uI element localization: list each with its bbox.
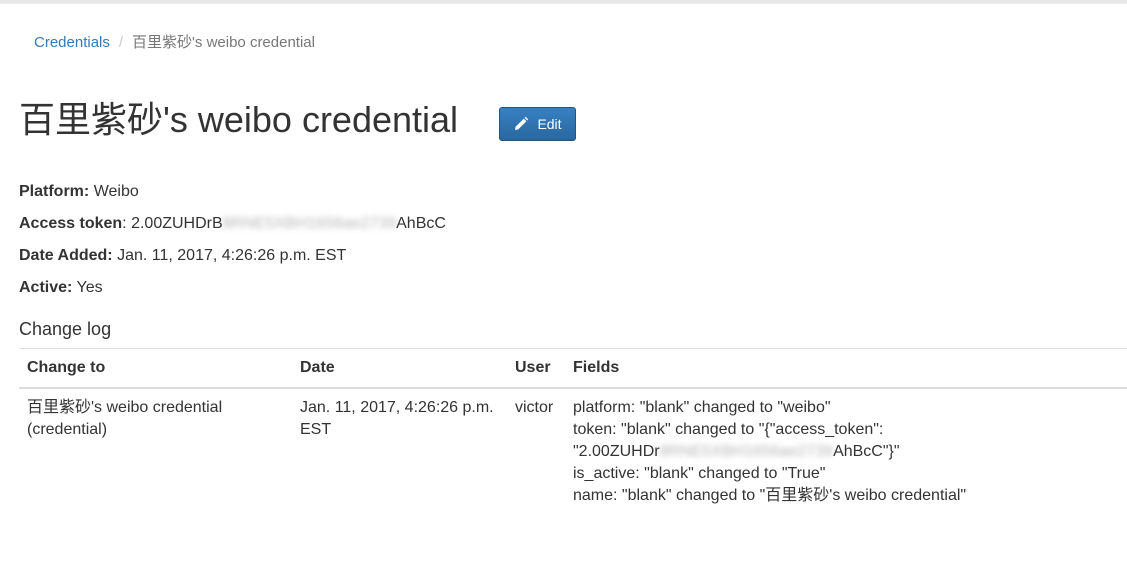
change-log-heading: Change log: [19, 319, 112, 339]
change-to-type: (credential): [27, 421, 108, 438]
breadcrumb-credentials-link[interactable]: Credentials: [34, 34, 110, 51]
field-change-token: token: "blank" changed to "{"access_toke…: [573, 421, 884, 438]
active-value: Yes: [76, 279, 103, 296]
cell-change-to: 百里紫砂's weibo credential (credential): [19, 388, 292, 515]
token-value-redacted: 8RNE5XBH1656ae2739: [659, 443, 834, 460]
field-change-name: name: "blank" changed to "百里紫砂's weibo c…: [573, 487, 967, 504]
table-row: 百里紫砂's weibo credential (credential) Jan…: [19, 388, 1127, 515]
date-added-field: Date Added: Jan. 11, 2017, 4:26:26 p.m. …: [19, 246, 346, 266]
access-token-field: Access token: 2.00ZUHDrB8RNE5XBH1656ae27…: [19, 214, 446, 234]
top-border: [0, 0, 1127, 4]
access-token-value: 2.00ZUHDrB8RNE5XBH1656ae2739AhBcC: [131, 215, 446, 232]
column-header-change-to: Change to: [19, 348, 292, 389]
active-label: Active:: [19, 279, 73, 296]
table-header-row: Change to Date User Fields: [19, 348, 1127, 389]
field-change-is-active: is_active: "blank" changed to "True": [573, 465, 826, 482]
pencil-icon: [513, 111, 529, 130]
date-line-2: EST: [300, 421, 332, 438]
access-token-label: Access token: [19, 215, 123, 232]
access-token-redacted: 8RNE5XBH1656ae2739: [222, 215, 397, 232]
breadcrumb: Credentials / 百里紫砂's weibo credential: [34, 33, 315, 53]
column-header-user: User: [507, 348, 565, 389]
field-change-token-value: "2.00ZUHDr8RNE5XBH1656ae2739AhBcC"}": [573, 441, 1119, 463]
date-line-1: Jan. 11, 2017, 4:26:26 p.m.: [300, 399, 494, 416]
change-to-object: 百里紫砂's weibo credential: [27, 399, 223, 416]
breadcrumb-separator: /: [118, 34, 124, 51]
page-title: 百里紫砂's weibo credential: [19, 99, 459, 140]
platform-label: Platform:: [19, 183, 90, 200]
access-token-suffix: AhBcC: [396, 215, 446, 232]
platform-value: Weibo: [93, 183, 139, 200]
access-token-colon: :: [122, 215, 127, 232]
change-log-table: Change to Date User Fields 百里紫砂's weibo …: [19, 348, 1127, 515]
token-value-suffix: AhBcC"}": [833, 443, 900, 460]
field-change-platform: platform: "blank" changed to "weibo": [573, 399, 831, 416]
breadcrumb-current: 百里紫砂's weibo credential: [132, 34, 315, 51]
date-added-label: Date Added:: [19, 247, 113, 264]
active-field: Active: Yes: [19, 278, 103, 298]
access-token-prefix: 2.00ZUHDrB: [131, 215, 223, 232]
platform-field: Platform: Weibo: [19, 182, 139, 202]
cell-user: victor: [515, 399, 554, 416]
edit-button[interactable]: Edit: [499, 107, 576, 141]
cell-date: Jan. 11, 2017, 4:26:26 p.m. EST: [292, 388, 507, 515]
token-value-prefix: "2.00ZUHDr: [573, 443, 660, 460]
date-added-value: Jan. 11, 2017, 4:26:26 p.m. EST: [117, 247, 347, 264]
column-header-fields: Fields: [565, 348, 1127, 389]
column-header-date: Date: [292, 348, 507, 389]
edit-button-label: Edit: [537, 116, 562, 132]
cell-fields: platform: "blank" changed to "weibo" tok…: [565, 388, 1127, 515]
